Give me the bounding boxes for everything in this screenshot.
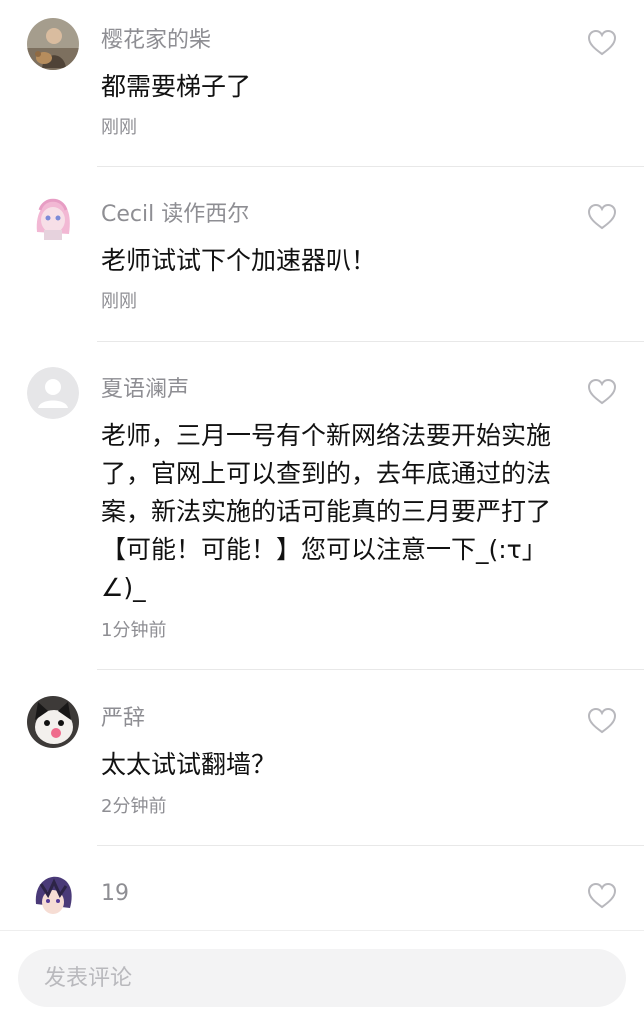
comment-content: 太太试试翻墙？ — [101, 750, 277, 779]
comment-content: 老师，三月一号有个新网络法要开始实施了，官网上可以查到的，去年底通过的法案，新法… — [101, 421, 552, 602]
comment-username[interactable]: 严辞 — [101, 704, 145, 734]
comment-input[interactable] — [18, 949, 626, 1007]
comment-list: 樱花家的柴 都需要梯子了 刚刚 Cecil 读作西尔 老师试试下个加速器叭！ 刚… — [0, 0, 644, 930]
heart-outline-icon[interactable] — [587, 29, 617, 57]
comment-time: 1分钟前 — [101, 620, 167, 641]
comment-username[interactable]: 19 — [101, 879, 129, 909]
comment-divider — [97, 341, 644, 342]
comment-content: 都需要梯子了 — [101, 72, 252, 101]
user-avatar-anime-boy-icon[interactable] — [27, 871, 79, 923]
comment-username[interactable]: Cecil 读作西尔 — [101, 200, 249, 230]
heart-outline-icon[interactable] — [587, 882, 617, 910]
comment-divider — [97, 845, 644, 846]
comment-time: 刚刚 — [101, 291, 137, 312]
comment-username[interactable]: 樱花家的柴 — [101, 26, 211, 56]
comment-time: 刚刚 — [101, 117, 137, 138]
heart-outline-icon[interactable] — [587, 707, 617, 735]
user-avatar-photo-icon[interactable] — [27, 18, 79, 70]
user-avatar-anime-girl-icon[interactable] — [27, 192, 79, 244]
comment-content: 老师试试下个加速器叭！ — [101, 246, 377, 275]
comment-divider — [97, 166, 644, 167]
comment-time: 2分钟前 — [101, 796, 167, 817]
heart-outline-icon[interactable] — [587, 378, 617, 406]
comment-username[interactable]: 夏语澜声 — [101, 375, 189, 405]
comment-divider — [97, 669, 644, 670]
heart-outline-icon[interactable] — [587, 203, 617, 231]
comment-composer-bar — [0, 930, 644, 1024]
default-user-avatar-icon[interactable] — [27, 367, 79, 419]
user-avatar-cat-icon[interactable] — [27, 696, 79, 748]
